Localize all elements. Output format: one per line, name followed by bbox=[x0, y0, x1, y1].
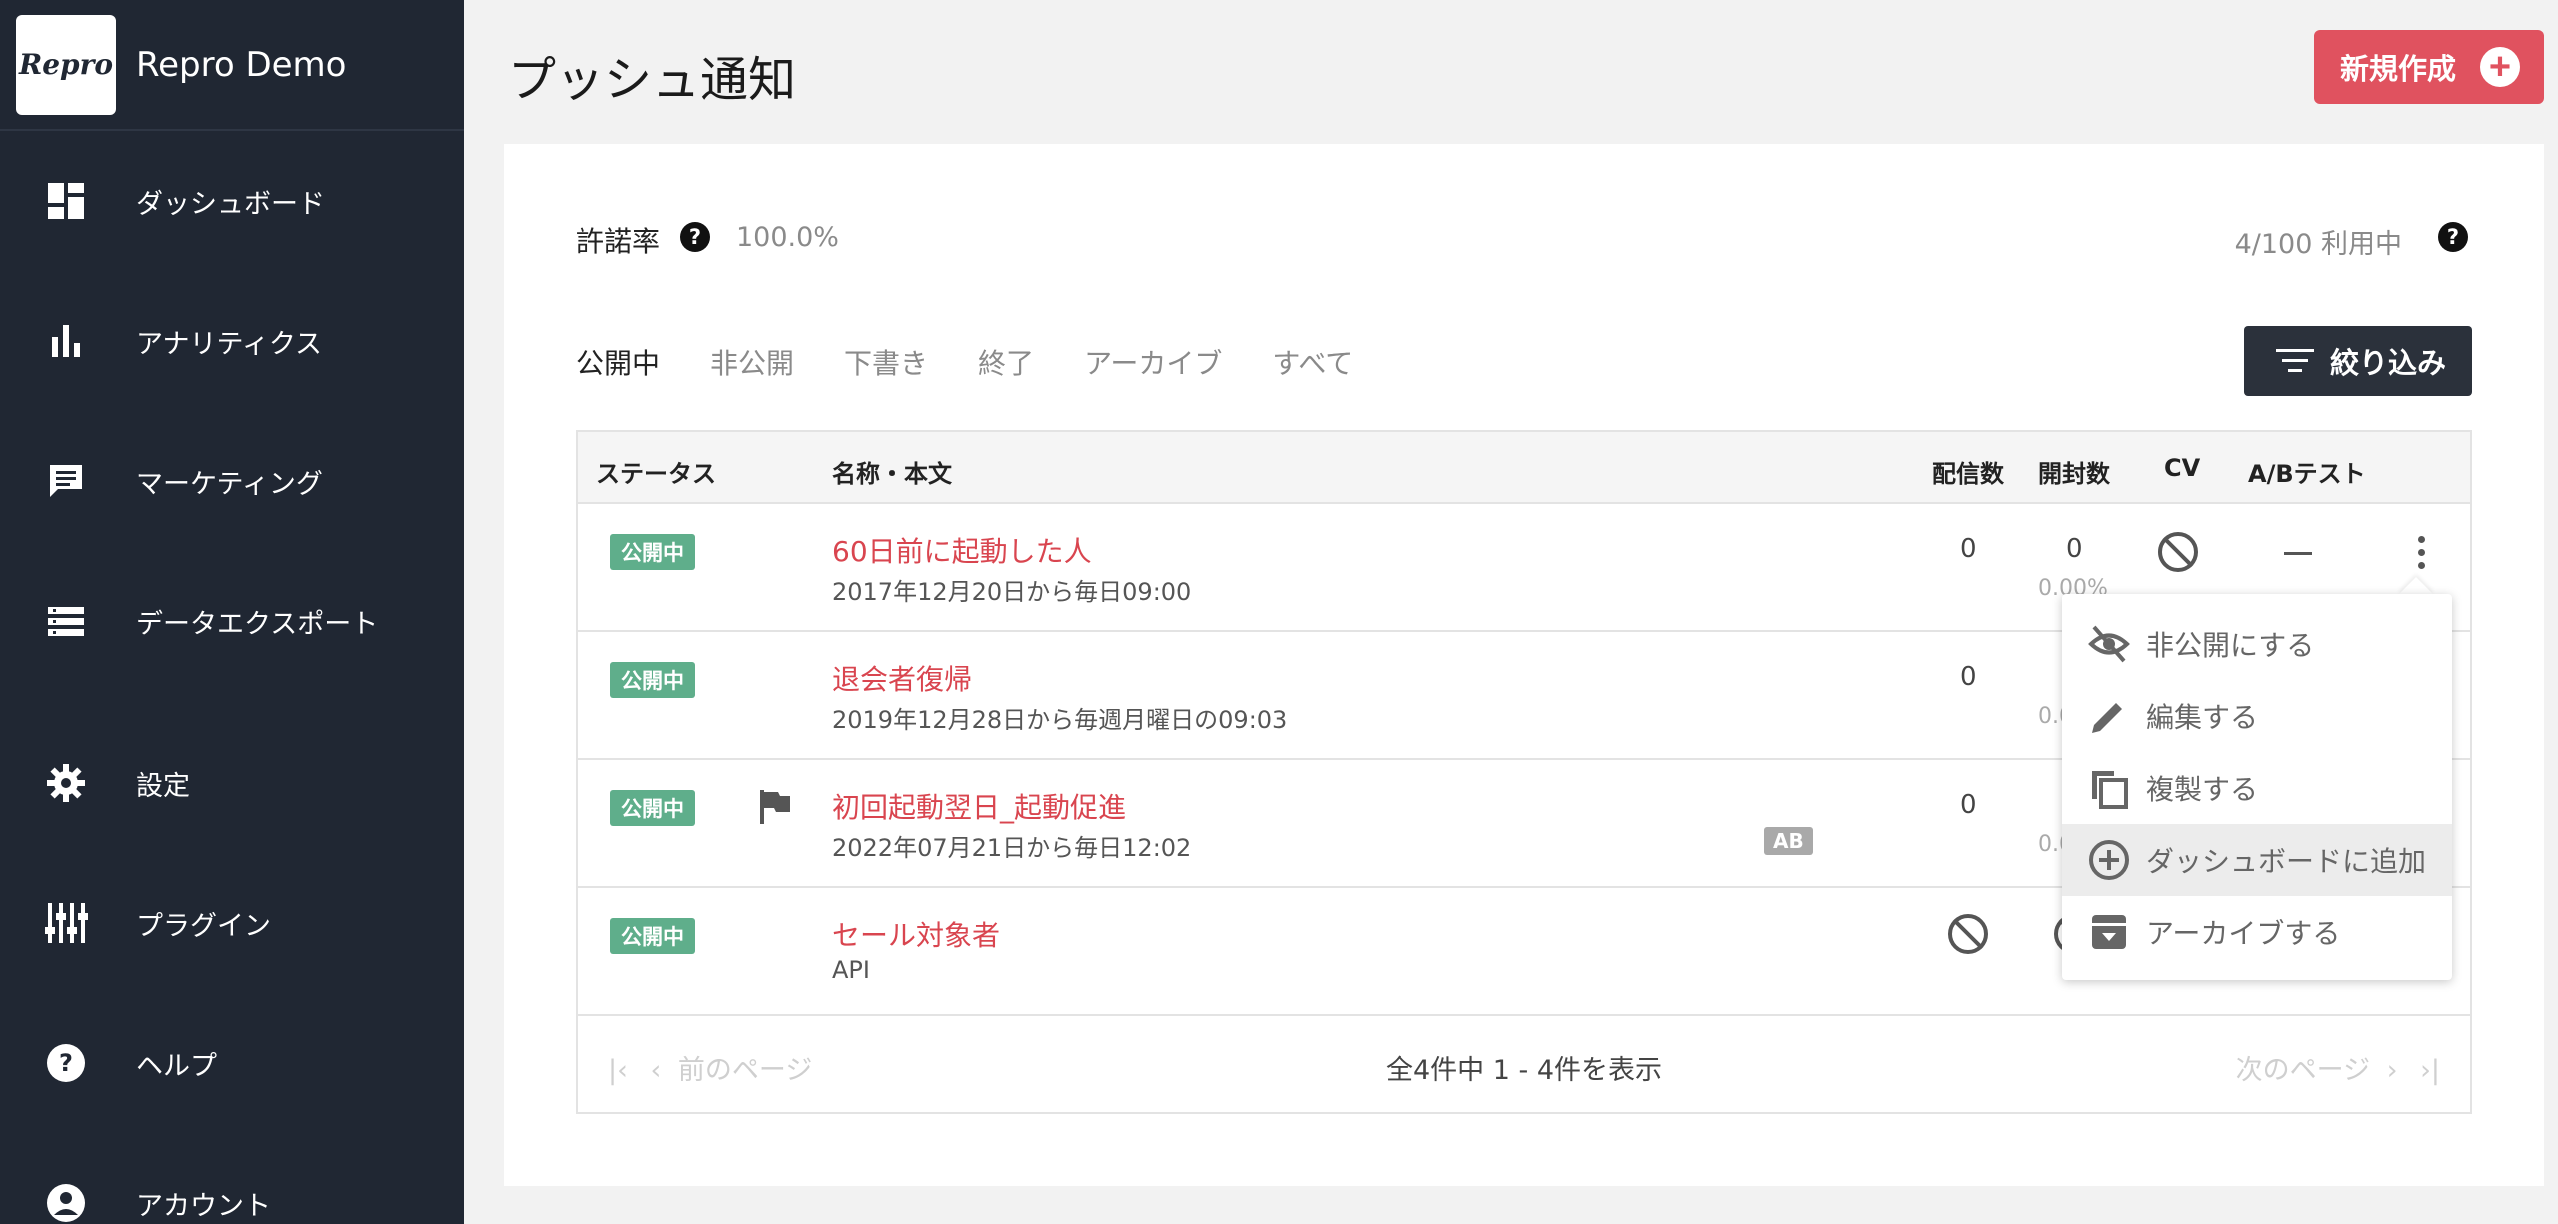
menu-item-label: 複製する bbox=[2146, 773, 2259, 806]
menu-item-unpublish[interactable]: 非公開にする bbox=[2062, 608, 2452, 680]
brand[interactable]: Repro Repro Demo bbox=[0, 0, 464, 131]
menu-item-add-to-dashboard[interactable]: ダッシュボードに追加 bbox=[2062, 824, 2452, 896]
column-header-cv: CV bbox=[2164, 454, 2201, 482]
archive-icon bbox=[2088, 911, 2130, 953]
sidebar-item-dashboard[interactable]: ダッシュボード bbox=[0, 156, 464, 246]
notification-schedule: API bbox=[832, 956, 870, 984]
page-title: プッシュ通知 bbox=[508, 52, 797, 108]
opt-in-rate-label: 許諾率 bbox=[576, 225, 661, 258]
tab-archive[interactable]: アーカイブ bbox=[1084, 342, 1222, 382]
notification-name-link[interactable]: 60日前に起動した人 bbox=[832, 530, 1092, 570]
plus-icon: + bbox=[2480, 47, 2520, 87]
sidebar-item-analytics[interactable]: アナリティクス bbox=[0, 296, 464, 386]
opened-count: 0 bbox=[2066, 534, 2083, 564]
status-badge: 公開中 bbox=[610, 918, 695, 954]
sidebar-item-help[interactable]: ? ヘルプ bbox=[0, 1018, 464, 1108]
next-page-label: 次のページ bbox=[2235, 1055, 2371, 1086]
tab-all[interactable]: すべて bbox=[1272, 342, 1353, 382]
column-header-status: ステータス bbox=[596, 460, 716, 488]
sidebar: Repro Repro Demo ダッシュボード アナリティクス マーケティング… bbox=[0, 0, 464, 1224]
notification-name-link[interactable]: セール対象者 bbox=[832, 914, 1000, 954]
column-header-name: 名称・本文 bbox=[832, 460, 952, 488]
status-badge: 公開中 bbox=[610, 534, 695, 570]
bar-chart-icon bbox=[44, 319, 88, 363]
sidebar-item-data-export[interactable]: データエクスポート bbox=[0, 576, 464, 666]
sidebar-item-label: マーケティング bbox=[136, 468, 323, 500]
message-icon bbox=[44, 459, 88, 503]
sidebar-item-label: プラグイン bbox=[136, 910, 271, 942]
sidebar-item-label: 設定 bbox=[136, 770, 190, 802]
ban-icon bbox=[2158, 532, 2198, 572]
list-icon bbox=[44, 599, 88, 643]
menu-item-edit[interactable]: 編集する bbox=[2062, 680, 2452, 752]
delivered-count: 0 bbox=[1960, 534, 1977, 564]
sidebar-item-settings[interactable]: 設定 bbox=[0, 738, 464, 828]
dashboard-icon bbox=[44, 179, 88, 223]
svg-text:?: ? bbox=[59, 1049, 73, 1077]
help-icon[interactable]: ? bbox=[2438, 222, 2468, 252]
equalizer-icon bbox=[44, 901, 88, 945]
sidebar-item-label: アカウント bbox=[136, 1190, 271, 1222]
notification-schedule: 2017年12月20日から毎日09:00 bbox=[832, 578, 1192, 606]
menu-item-label: アーカイブする bbox=[2146, 917, 2341, 950]
notification-name-link[interactable]: 初回起動翌日_起動促進 bbox=[832, 786, 1126, 826]
menu-item-label: 編集する bbox=[2146, 701, 2259, 734]
notification-schedule: 2022年07月21日から毎日12:02 bbox=[832, 834, 1192, 862]
new-button-label: 新規作成 bbox=[2340, 54, 2457, 86]
tab-finished[interactable]: 終了 bbox=[978, 342, 1034, 382]
help-icon[interactable]: ? bbox=[680, 222, 710, 252]
sidebar-item-label: ヘルプ bbox=[136, 1050, 217, 1082]
help-icon: ? bbox=[44, 1041, 88, 1085]
ban-icon bbox=[1948, 914, 1988, 954]
delivered-count: 0 bbox=[1960, 662, 1977, 692]
copy-icon bbox=[2088, 767, 2130, 809]
status-badge: 公開中 bbox=[610, 790, 695, 826]
sidebar-item-label: ダッシュボード bbox=[136, 188, 325, 220]
opt-in-rate-value: 100.0% bbox=[736, 222, 839, 253]
gear-icon bbox=[44, 761, 88, 805]
table-header: ステータス 名称・本文 配信数 開封数 CV A/Bテスト bbox=[578, 432, 2470, 504]
last-page-icon: ›| bbox=[2420, 1055, 2440, 1086]
delivered-count: 0 bbox=[1960, 790, 1977, 820]
flag-icon bbox=[760, 790, 790, 824]
usage-count: 4/100 利用中 bbox=[2234, 229, 2402, 260]
sidebar-item-marketing[interactable]: マーケティング bbox=[0, 436, 464, 526]
sidebar-item-label: データエクスポート bbox=[136, 608, 379, 640]
add-circle-icon bbox=[2088, 839, 2130, 881]
account-icon bbox=[44, 1181, 88, 1224]
notification-schedule: 2019年12月28日から毎週月曜日の09:03 bbox=[832, 706, 1288, 734]
chevron-right-icon: › bbox=[2386, 1055, 2398, 1086]
brand-logo: Repro bbox=[16, 14, 116, 115]
filter-icon bbox=[2276, 348, 2314, 374]
pagination-info: 全4件中 1 - 4件を表示 bbox=[1385, 1055, 1663, 1086]
more-options-icon[interactable] bbox=[2416, 536, 2426, 570]
menu-item-label: 非公開にする bbox=[2146, 629, 2315, 662]
new-button[interactable]: 新規作成 + bbox=[2314, 30, 2544, 104]
pagination: |‹ ‹ 前のページ 全4件中 1 - 4件を表示 次のページ › ›| bbox=[578, 1018, 2470, 1114]
sidebar-item-plugins[interactable]: プラグイン bbox=[0, 878, 464, 968]
brand-name: Repro Demo bbox=[136, 44, 347, 85]
next-page-button[interactable]: 次のページ › ›| bbox=[2236, 1048, 2440, 1087]
menu-item-archive[interactable]: アーカイブする bbox=[2062, 896, 2452, 968]
menu-item-label: ダッシュボードに追加 bbox=[2146, 845, 2427, 878]
column-header-opened: 開封数 bbox=[2038, 460, 2110, 488]
eye-off-icon bbox=[2088, 623, 2130, 665]
menu-item-duplicate[interactable]: 複製する bbox=[2062, 752, 2452, 824]
dash-icon bbox=[2284, 552, 2312, 555]
column-header-ab-test: A/Bテスト bbox=[2248, 460, 2366, 488]
ab-badge: AB bbox=[1764, 827, 1813, 855]
filter-button[interactable]: 絞り込み bbox=[2244, 326, 2472, 396]
tab-unpublished[interactable]: 非公開 bbox=[710, 342, 794, 382]
column-header-delivered: 配信数 bbox=[1932, 460, 2004, 488]
status-tabs: 公開中 非公開 下書き 終了 アーカイブ すべて bbox=[576, 342, 1403, 382]
pencil-icon bbox=[2088, 695, 2130, 737]
tab-published[interactable]: 公開中 bbox=[576, 342, 660, 382]
sidebar-item-label: アナリティクス bbox=[136, 328, 323, 360]
row-actions-menu: 非公開にする 編集する 複製する ダッシュボードに追加 アーカイブする bbox=[2062, 594, 2452, 980]
filter-button-label: 絞り込み bbox=[2330, 348, 2447, 380]
status-badge: 公開中 bbox=[610, 662, 695, 698]
sidebar-item-account[interactable]: アカウント bbox=[0, 1158, 464, 1224]
tab-drafts[interactable]: 下書き bbox=[844, 342, 928, 382]
notification-name-link[interactable]: 退会者復帰 bbox=[832, 658, 972, 698]
